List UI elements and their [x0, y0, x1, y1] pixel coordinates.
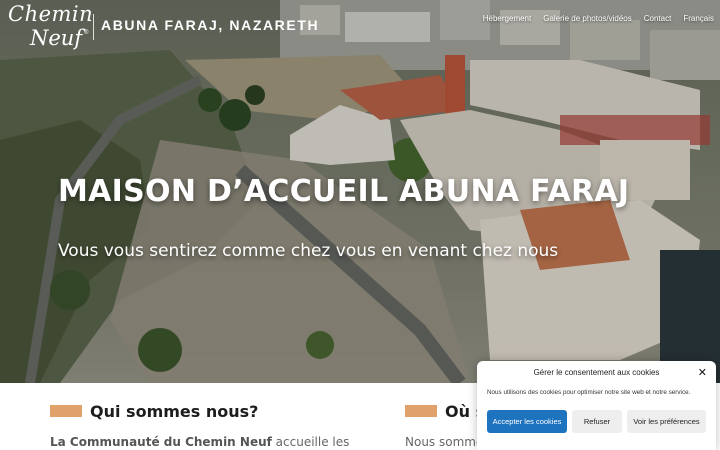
site-logo[interactable]: Chemin Neuf ® [8, 2, 94, 54]
logo-text-line1: Chemin [8, 2, 94, 26]
cookie-title: Gérer le consentement aux cookies [533, 368, 660, 377]
site-name[interactable]: ABUNA FARAJ, NAZARETH [101, 17, 319, 33]
logo-registered-mark: ® [84, 30, 89, 36]
logo-text-line2: Neuf [30, 26, 83, 50]
cookie-text: Nous utilisons des cookies pour optimise… [487, 389, 691, 396]
accept-cookies-button[interactable]: Accepter les cookies [487, 410, 567, 433]
nav-item-hebergement[interactable]: Hébergement [483, 14, 531, 23]
main-navigation: Hébergement Galerie de photos/vidéos Con… [483, 14, 714, 23]
view-preferences-button[interactable]: Voir les préférences [627, 410, 706, 433]
section-title-who: Qui sommes nous? [90, 402, 259, 421]
section-accent-bar [50, 405, 82, 417]
hero-subtitle: Vous vous sentirez comme chez vous en ve… [58, 241, 559, 261]
section-text-who-rest: accueille les [271, 435, 350, 449]
section-text-who: La Communauté du Chemin Neuf accueille l… [50, 435, 349, 449]
page: Chemin Neuf ® ABUNA FARAJ, NAZARETH Hébe… [0, 0, 720, 450]
close-icon[interactable]: ✕ [698, 366, 707, 379]
nav-item-contact[interactable]: Contact [644, 14, 672, 23]
hero-title: MAISON D’ACCUEIL ABUNA FARAJ [58, 174, 630, 209]
refuse-cookies-button[interactable]: Refuser [572, 410, 622, 433]
nav-item-language[interactable]: Français [683, 14, 714, 23]
cookie-consent-banner: Gérer le consentement aux cookies ✕ Nous… [477, 361, 716, 450]
section-text-who-bold: La Communauté du Chemin Neuf [50, 435, 272, 449]
logo-divider [93, 14, 94, 40]
nav-item-galerie[interactable]: Galerie de photos/vidéos [543, 14, 632, 23]
section-accent-bar [405, 405, 437, 417]
